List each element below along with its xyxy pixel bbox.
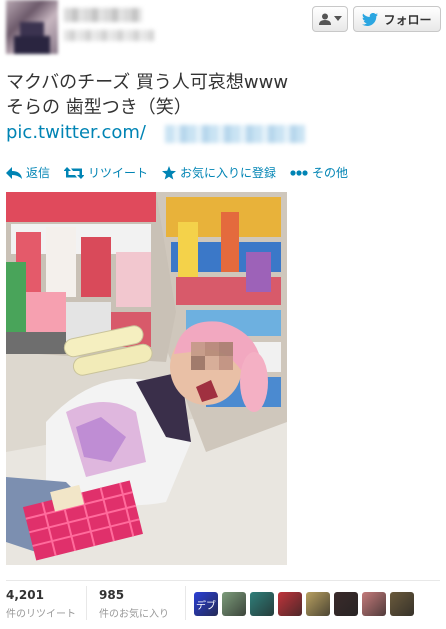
favorite-count: 985 xyxy=(99,588,125,602)
reply-icon xyxy=(6,166,22,179)
user-name-redacted[interactable] xyxy=(64,8,142,22)
star-icon xyxy=(162,165,177,179)
more-dots-icon xyxy=(290,169,308,176)
favoriter-avatar[interactable] xyxy=(278,592,302,616)
tweet-photo[interactable] xyxy=(6,192,287,565)
favorite-label: お気に入りに登録 xyxy=(180,166,277,180)
favorite-count-label: 件のお気に入り xyxy=(99,609,169,620)
tweet-line-2: そらの 歯型つき（笑） xyxy=(6,97,192,118)
reply-action[interactable]: 返信 xyxy=(6,164,50,181)
favorite-action[interactable]: お気に入りに登録 xyxy=(162,164,276,181)
follow-button[interactable]: フォロー xyxy=(353,6,441,32)
favoriter-avatar[interactable] xyxy=(334,592,358,616)
follow-label: フォロー xyxy=(383,12,432,27)
tweet-actions: 返信 リツイート お気に入りに登録 その他 xyxy=(6,164,348,181)
retweet-action[interactable]: リツイート xyxy=(64,164,148,181)
favoriter-avatar[interactable] xyxy=(362,592,386,616)
retweet-count: 4,201 xyxy=(6,588,44,602)
avatar[interactable] xyxy=(6,0,58,54)
divider xyxy=(185,586,186,620)
favoriter-avatar[interactable]: デブ xyxy=(194,592,218,616)
retweet-icon xyxy=(64,166,85,179)
photo-illustration xyxy=(6,192,287,565)
user-handle-redacted xyxy=(64,30,154,41)
retweet-stat[interactable]: 4,201 件のリツイート xyxy=(6,588,76,620)
caret-down-icon xyxy=(333,16,342,21)
retweet-count-label: 件のリツイート xyxy=(6,609,76,620)
favorite-stat[interactable]: 985 件のお気に入り xyxy=(99,588,169,620)
media-link-redacted[interactable] xyxy=(165,125,305,143)
tweet-line-1: マクバのチーズ 買う人可哀想www xyxy=(6,72,289,93)
more-action[interactable]: その他 xyxy=(290,164,348,181)
favoriter-avatar[interactable] xyxy=(250,592,274,616)
user-actions-dropdown[interactable] xyxy=(312,6,348,32)
twitter-bird-icon xyxy=(362,12,379,26)
media-link[interactable]: pic.twitter.com/ xyxy=(6,122,146,143)
user-icon xyxy=(318,13,331,25)
divider xyxy=(6,580,440,581)
divider xyxy=(86,586,87,620)
favoriter-avatar[interactable] xyxy=(390,592,414,616)
favoriter-avatar[interactable] xyxy=(222,592,246,616)
favoriter-avatars: デブ xyxy=(194,592,414,616)
favoriter-avatar-text: デブ xyxy=(196,600,216,612)
retweet-label: リツイート xyxy=(88,166,149,180)
favoriter-avatar[interactable] xyxy=(306,592,330,616)
more-label: その他 xyxy=(312,166,349,180)
reply-label: 返信 xyxy=(26,166,51,180)
